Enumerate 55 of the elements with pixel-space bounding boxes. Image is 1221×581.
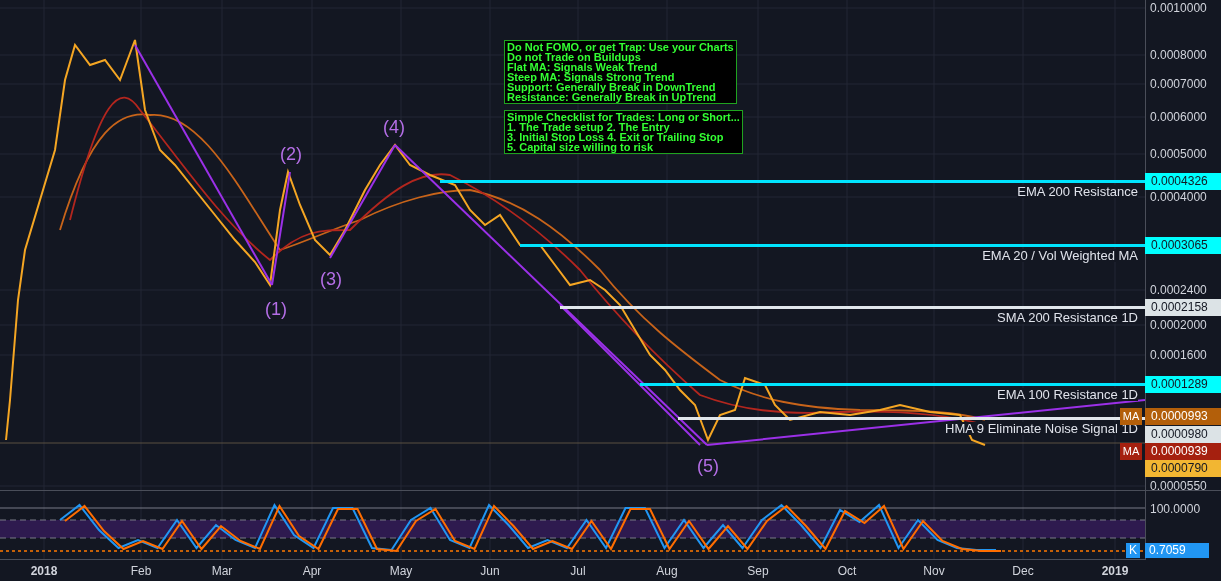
time-axis-label: Nov [923,565,945,577]
price-axis-label: 0.0002000 [1150,319,1207,331]
time-axis-label: 2018 [30,565,58,577]
wave-label: (4) [383,118,405,136]
note-line: Resistance: Generally Break in UpTrend [507,92,718,102]
price-axis-label: 0.0006000 [1150,111,1207,123]
time-axis-label: Apr [302,565,322,577]
price-axis-label: 0.0000550 [1150,480,1207,492]
time-axis-label: Jul [570,565,586,577]
level-label: SMA 200 Resistance 1D [997,311,1138,324]
time-axis-label: Mar [211,565,233,577]
price-tag: 0.0000993 [1145,408,1221,425]
price-tag: 0.0000790 [1145,460,1221,477]
level-label: EMA 100 Resistance 1D [997,388,1138,401]
note-line: Flat MA: Signals Weak Trend [507,62,659,72]
time-axis-label: Dec [1012,565,1034,577]
level-label: EMA 200 Resistance [1017,185,1138,198]
price-tag: 0.0002158 [1145,299,1221,316]
price-axis-label: 0.0008000 [1150,49,1207,61]
price-axis-label: 0.0005000 [1150,148,1207,160]
ma-badge: MA [1120,408,1142,425]
note-line: Do not Trade on Buildups [507,52,641,62]
time-axis-label: Sep [747,565,769,577]
price-tag: 0.0004326 [1145,173,1221,190]
time-axis-label: Oct [837,565,857,577]
price-tag: 0.0001289 [1145,376,1221,393]
price-tag: 0.0003065 [1145,237,1221,254]
oscillator-axis-label: 100.0000 [1150,503,1201,515]
level-label: EMA 20 / Vol Weighted MA [982,249,1138,262]
note-line: 3. Initial Stop Loss 4. Exit or Trailing Stop [507,132,725,142]
price-axis-label: 0.0004000 [1150,191,1207,203]
k-label: K [1126,543,1140,558]
price-axis-label: 0.0007000 [1150,78,1207,90]
time-axis-label: 2019 [1101,565,1129,577]
price-axis-label: 0.0002400 [1150,284,1207,296]
note-line: Steep MA: Signals Strong Trend [507,72,676,82]
price-axis-label: 0.0010000 [1150,2,1207,14]
wave-label: (5) [697,457,719,475]
wave-label: (3) [320,270,342,288]
note-line: Simple Checklist for Trades: Long or Short... [507,112,740,122]
wave-label: (2) [280,145,302,163]
price-tag: 0.0000980 [1145,426,1221,443]
time-axis-label: May [389,565,413,577]
time-axis-label: Feb [130,565,152,577]
ma-badge: MA [1120,443,1142,460]
note-line: Support: Generally Break in DownTrend [507,82,717,92]
wave-label: (1) [265,300,287,318]
note-line: Do Not FOMO, or get Trap: Use your Charts [507,42,734,52]
time-axis-label: Aug [656,565,678,577]
price-tag: 0.0000939 [1145,443,1221,460]
time-axis-label: Jun [480,565,500,577]
note-line: 5. Capital size willing to risk [507,142,655,152]
price-axis-label: 0.0001600 [1150,349,1207,361]
k-value-tag: 0.7059 [1145,543,1209,558]
note-line: 1. The Trade setup 2. The Entry [507,122,670,132]
